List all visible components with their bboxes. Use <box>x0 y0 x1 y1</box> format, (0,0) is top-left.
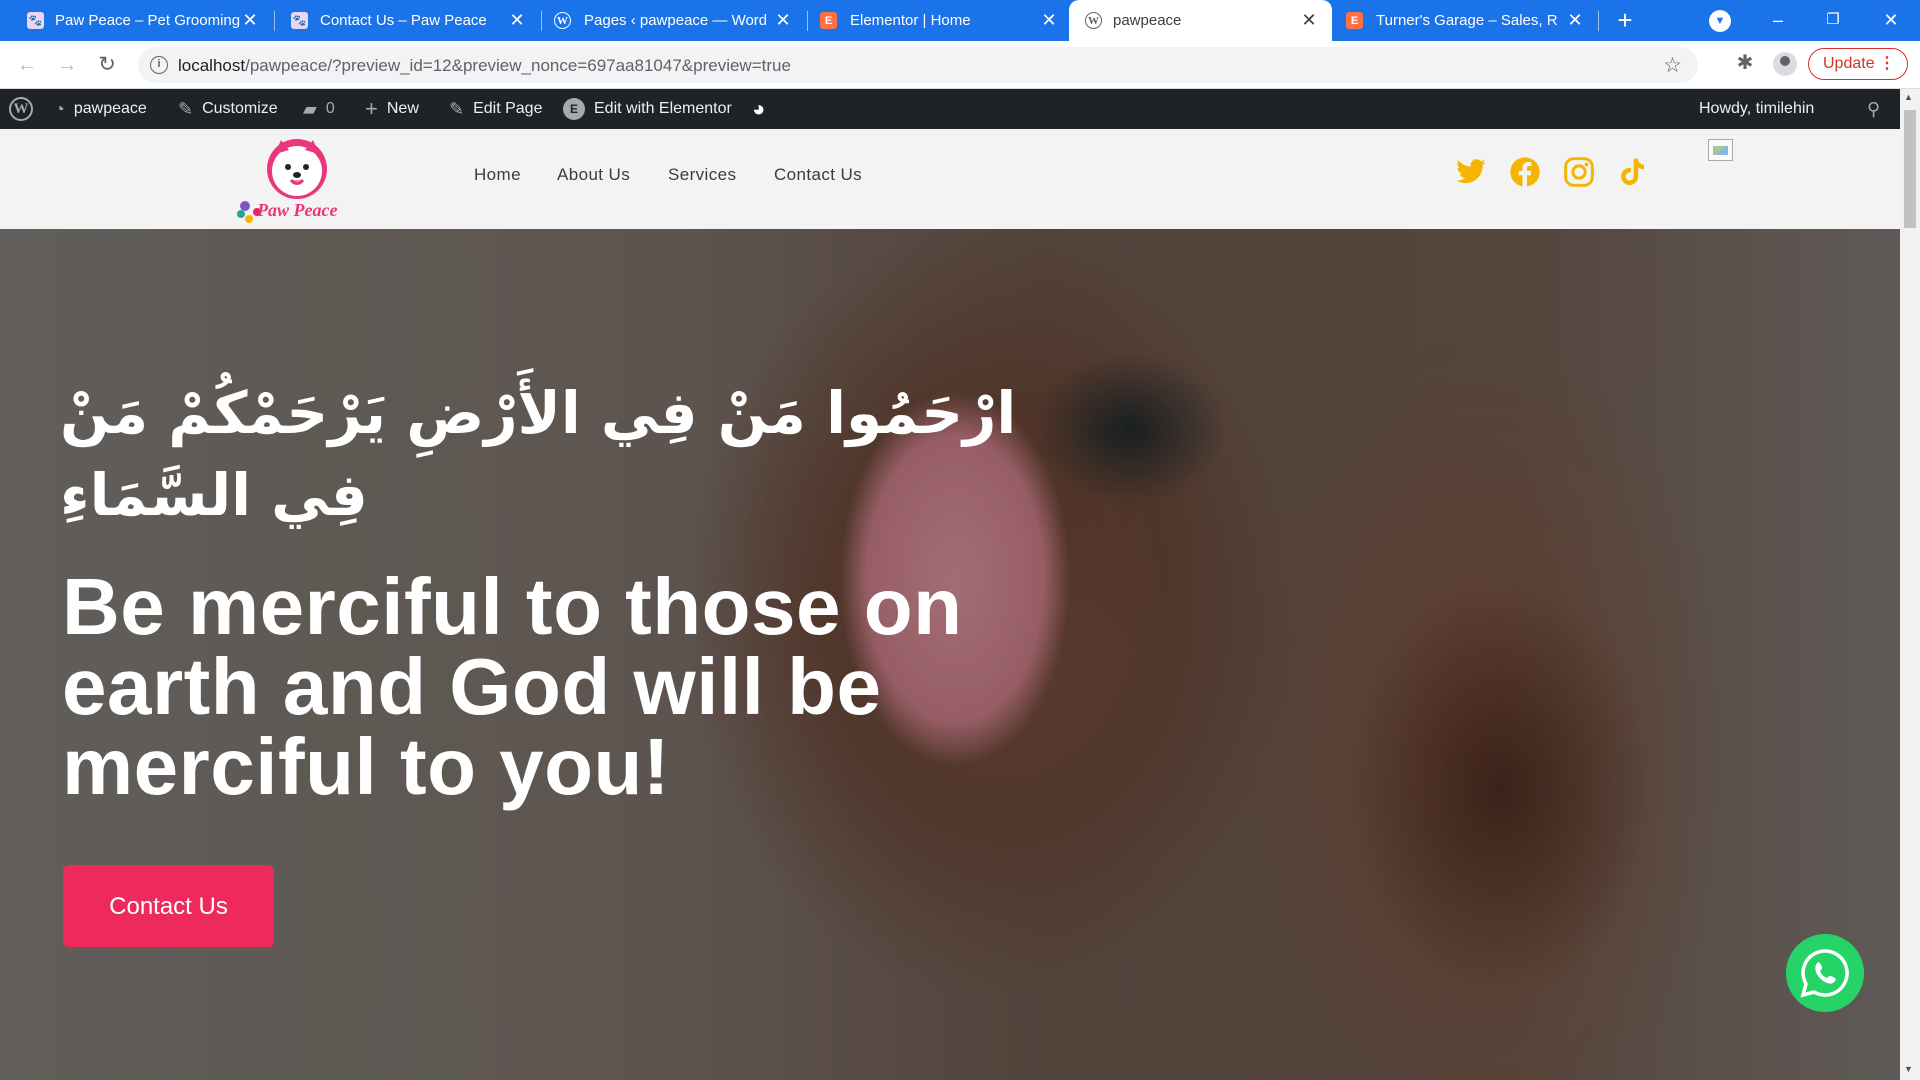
minimize-icon[interactable]: – <box>1755 4 1801 36</box>
nav-contact-us[interactable]: Contact Us <box>774 165 862 185</box>
tab-title: pawpeace <box>1113 12 1182 29</box>
scroll-up-arrow-icon[interactable]: ▲ <box>1904 92 1913 102</box>
dashboard-gauge-icon: ◔ <box>54 98 65 119</box>
tab-close-icon[interactable]: ✕ <box>1038 9 1060 31</box>
new-content-menu[interactable]: + New <box>365 89 419 129</box>
address-bar[interactable]: i localhost/pawpeace/?preview_id=12&prev… <box>138 47 1698 83</box>
customize-label: Customize <box>202 100 278 117</box>
my-account-menu[interactable]: Howdy, timilehin <box>1699 89 1814 129</box>
profile-avatar-icon[interactable] <box>1773 52 1797 76</box>
tab-title: Contact Us – Paw Peace <box>320 12 487 29</box>
page-scrollbar[interactable] <box>1900 89 1920 1080</box>
tab-pawpeace-active[interactable]: W pawpeace ✕ <box>1069 0 1332 41</box>
nav-about-us[interactable]: About Us <box>557 165 630 185</box>
tab-search-chevron-icon[interactable]: ▼ <box>1709 10 1731 32</box>
pawpeace-favicon-icon: 🐾 <box>291 12 308 29</box>
comments-count: 0 <box>325 100 335 117</box>
elementor-icon: E <box>563 98 585 120</box>
edit-page-label: Edit Page <box>473 100 543 117</box>
contact-us-button[interactable]: Contact Us <box>63 865 274 947</box>
edit-page-link[interactable]: ✎ Edit Page <box>449 89 542 129</box>
close-window-icon[interactable]: ✕ <box>1868 4 1914 36</box>
comment-bubble-icon: ▰ <box>303 98 317 119</box>
plugin-menu[interactable]: ◕ <box>752 89 774 129</box>
tab-close-icon[interactable]: ✕ <box>506 9 528 31</box>
new-tab-plus-icon[interactable]: + <box>1611 6 1639 34</box>
tiktok-icon[interactable] <box>1616 156 1648 188</box>
twitter-icon[interactable] <box>1455 156 1487 188</box>
site-name-menu[interactable]: ◔ pawpeace <box>54 89 147 129</box>
swirl-plugin-icon: ◕ <box>752 96 766 121</box>
hero-section: ارْحَمُوا مَنْ فِي الأَرْضِ يَرْحَمْكُمْ… <box>0 229 1900 1080</box>
tab-separator <box>1598 11 1599 31</box>
paw-peace-logo[interactable]: Paw Peace <box>235 134 347 230</box>
scroll-down-arrow-icon[interactable]: ▼ <box>1904 1064 1913 1074</box>
nav-home[interactable]: Home <box>474 165 521 185</box>
facebook-icon[interactable] <box>1509 156 1541 188</box>
tab-paw-peace-grooming[interactable]: 🐾 Paw Peace – Pet Grooming, ✕ <box>0 0 273 41</box>
hero-arabic-quote: ارْحَمُوا مَنْ فِي الأَرْضِ يَرْحَمْكُمْ… <box>60 379 1017 529</box>
tab-contact-us[interactable]: 🐾 Contact Us – Paw Peace ✕ <box>275 0 540 41</box>
tab-elementor-home[interactable]: E Elementor | Home ✕ <box>808 0 1072 41</box>
restore-icon[interactable]: ❐ <box>1810 4 1856 36</box>
update-label: Update <box>1823 55 1875 72</box>
scrollbar-thumb[interactable] <box>1904 110 1916 228</box>
elementor-favicon-icon: E <box>1346 12 1363 29</box>
forward-arrow-icon[interactable]: → <box>52 50 82 80</box>
update-button[interactable]: Update ⋮ <box>1808 48 1908 80</box>
wordpress-logo-icon: W <box>9 97 33 121</box>
site-name: pawpeace <box>73 100 147 117</box>
tab-turners-garage[interactable]: E Turner's Garage – Sales, Rep ✕ <box>1334 0 1598 41</box>
instagram-icon[interactable] <box>1563 156 1595 188</box>
url-path: /pawpeace/?preview_id=12&preview_nonce=6… <box>245 56 791 75</box>
tab-title: Paw Peace – Pet Grooming, <box>55 12 240 29</box>
tab-wordpress-pages[interactable]: W Pages ‹ pawpeace — WordP ✕ <box>542 0 806 41</box>
more-menu-icon: ⋮ <box>1879 55 1895 72</box>
browser-toolbar: ← → ↻ i localhost/pawpeace/?preview_id=1… <box>0 41 1920 89</box>
tab-close-icon[interactable]: ✕ <box>239 9 261 31</box>
hero-headline: Be merciful to those on earth and God wi… <box>62 562 963 811</box>
comments-link[interactable]: ▰ 0 <box>303 89 335 129</box>
tab-title: Turner's Garage – Sales, Rep <box>1376 12 1558 29</box>
broken-image-icon <box>1708 139 1733 161</box>
tab-close-icon[interactable]: ✕ <box>1298 9 1320 31</box>
tab-title: Pages ‹ pawpeace — WordP <box>584 12 766 29</box>
browser-tab-strip: 🐾 Paw Peace – Pet Grooming, ✕ 🐾 Contact … <box>0 0 1920 41</box>
edit-with-elementor-link[interactable]: E Edit with Elementor <box>563 89 732 129</box>
tab-close-icon[interactable]: ✕ <box>772 9 794 31</box>
elementor-favicon-icon: E <box>820 12 837 29</box>
nav-services[interactable]: Services <box>668 165 736 185</box>
logo-text: Paw Peace <box>257 200 338 220</box>
admin-search[interactable]: ⚲ <box>1867 89 1889 129</box>
paintbrush-icon: ✎ <box>178 98 194 119</box>
back-arrow-icon[interactable]: ← <box>12 50 42 80</box>
pawpeace-favicon-icon: 🐾 <box>27 12 44 29</box>
customize-link[interactable]: ✎ Customize <box>178 89 278 129</box>
wp-admin-bar: W ◔ pawpeace ✎ Customize ▰ 0 + New ✎ Edit Pag… <box>0 89 1900 129</box>
wp-logo-menu[interactable]: W <box>9 89 33 129</box>
new-label: New <box>386 100 419 117</box>
howdy-text: Howdy, timilehin <box>1699 100 1815 117</box>
reload-icon[interactable]: ↻ <box>92 50 122 80</box>
bookmark-star-icon[interactable]: ☆ <box>1663 53 1682 78</box>
tab-close-icon[interactable]: ✕ <box>1564 9 1586 31</box>
wordpress-favicon-icon: W <box>1085 12 1102 29</box>
tab-title: Elementor | Home <box>850 12 971 29</box>
site-header: Paw Peace Home About Us Services Contact… <box>0 129 1900 229</box>
pencil-icon: ✎ <box>449 98 465 119</box>
url-text[interactable]: localhost/pawpeace/?preview_id=12&previe… <box>178 56 791 76</box>
whatsapp-chat-icon[interactable] <box>1786 934 1864 1012</box>
wordpress-favicon-icon: W <box>554 12 571 29</box>
edit-elementor-label: Edit with Elementor <box>594 100 732 117</box>
url-host: localhost <box>178 56 246 75</box>
search-icon: ⚲ <box>1867 98 1881 119</box>
plus-icon: + <box>365 96 378 121</box>
site-info-icon[interactable]: i <box>150 56 168 74</box>
extensions-puzzle-icon[interactable]: ✱ <box>1733 51 1757 75</box>
